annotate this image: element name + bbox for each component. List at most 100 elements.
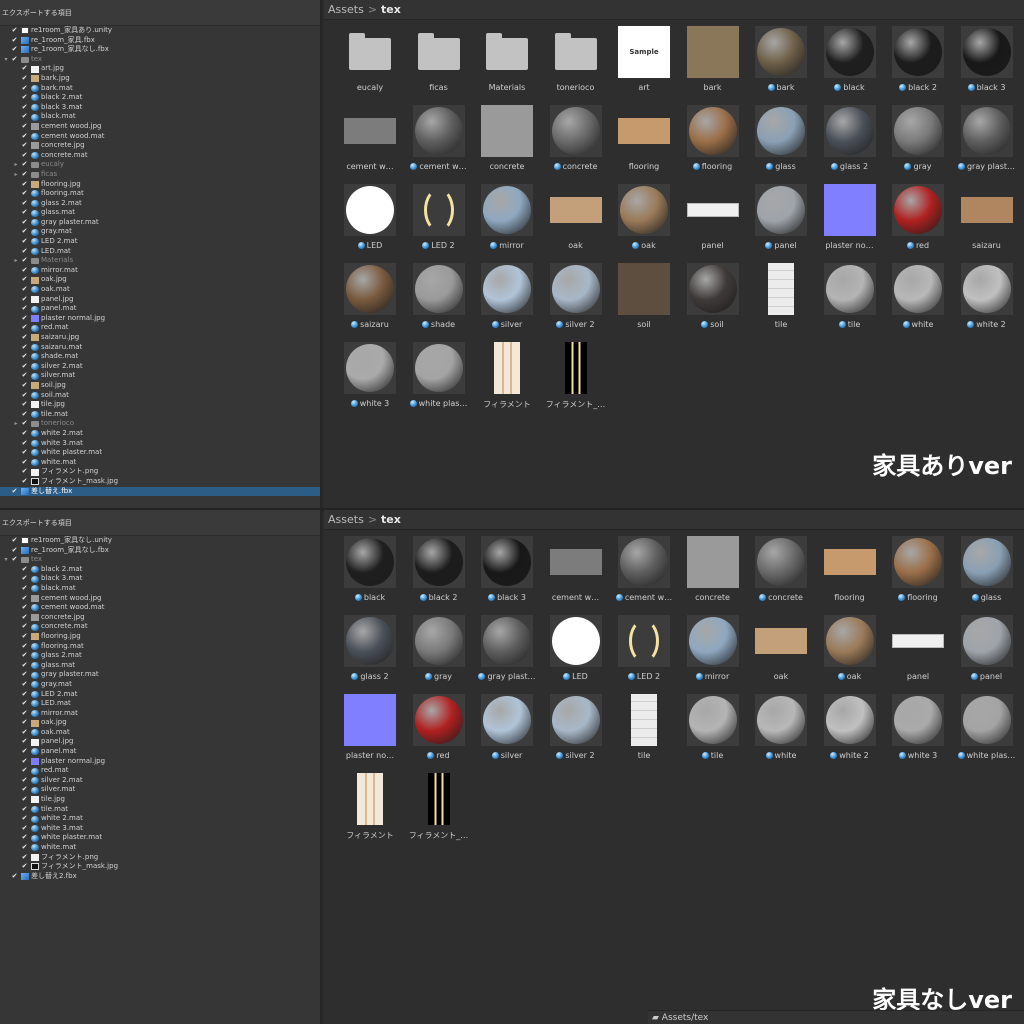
checkbox[interactable]: ✔ xyxy=(10,487,19,497)
tree-row[interactable]: ✔ white 2.mat xyxy=(0,814,320,824)
asset-tile[interactable]: gray plast… xyxy=(473,615,541,695)
asset-tile[interactable]: flooring xyxy=(816,536,884,616)
checkbox[interactable]: ✔ xyxy=(20,295,29,305)
asset-tile[interactable]: concrete xyxy=(747,536,815,616)
checkbox[interactable]: ✔ xyxy=(20,458,29,468)
tree-row[interactable]: ✔ cement wood.mat xyxy=(0,603,320,613)
tree-row[interactable]: ✔ panel.jpg xyxy=(0,295,320,305)
asset-tile[interactable]: flooring xyxy=(610,105,678,185)
tree-row[interactable]: ✔ panel.mat xyxy=(0,747,320,757)
checkbox[interactable]: ✔ xyxy=(20,737,29,747)
checkbox[interactable]: ✔ xyxy=(20,362,29,372)
asset-tile[interactable]: concrete xyxy=(679,536,747,616)
tree-row[interactable]: ✔ re_1room_家具.fbx xyxy=(0,36,320,46)
tree-row[interactable]: ✔ gray.mat xyxy=(0,227,320,237)
checkbox[interactable]: ✔ xyxy=(20,122,29,132)
checkbox[interactable]: ✔ xyxy=(10,555,19,565)
tree-row[interactable]: ✔ oak.jpg xyxy=(0,275,320,285)
asset-tile[interactable]: white 3 xyxy=(336,342,404,422)
checkbox[interactable]: ✔ xyxy=(20,180,29,190)
tree-row[interactable]: ▸ ✔ tonerioco xyxy=(0,419,320,429)
tree-row[interactable]: ✔ flooring.mat xyxy=(0,642,320,652)
asset-tile[interactable]: concrete xyxy=(473,105,541,185)
fold-arrow-icon[interactable]: ▾ xyxy=(2,555,10,565)
tree-row[interactable]: ✔ tile.jpg xyxy=(0,795,320,805)
asset-tile[interactable]: silver 2 xyxy=(542,263,610,343)
asset-tile[interactable]: flooring xyxy=(884,536,952,616)
asset-tile[interactable]: tile xyxy=(679,694,747,774)
checkbox[interactable]: ✔ xyxy=(20,151,29,161)
checkbox[interactable]: ✔ xyxy=(10,36,19,46)
asset-tile[interactable]: concrete xyxy=(542,105,610,185)
checkbox[interactable]: ✔ xyxy=(20,757,29,767)
tree-row[interactable]: ✔ mirror.mat xyxy=(0,266,320,276)
fold-arrow-icon[interactable]: ▸ xyxy=(12,170,20,180)
tree-row[interactable]: ✔ flooring.mat xyxy=(0,189,320,199)
tree-row[interactable]: ✔ gray plaster.mat xyxy=(0,670,320,680)
tree-row[interactable]: ✔ black.mat xyxy=(0,584,320,594)
asset-tile[interactable]: LED 2 xyxy=(610,615,678,695)
checkbox[interactable]: ✔ xyxy=(20,477,29,487)
tree-row[interactable]: ✔ white 3.mat xyxy=(0,824,320,834)
tree-row[interactable]: ✔ saizaru.mat xyxy=(0,343,320,353)
checkbox[interactable]: ✔ xyxy=(20,651,29,661)
tree-row[interactable]: ✔ black 2.mat xyxy=(0,93,320,103)
checkbox[interactable]: ✔ xyxy=(20,795,29,805)
checkbox[interactable]: ✔ xyxy=(20,718,29,728)
asset-tile[interactable]: shade xyxy=(405,263,473,343)
tree-row[interactable]: ✔ white plaster.mat xyxy=(0,448,320,458)
checkbox[interactable]: ✔ xyxy=(20,709,29,719)
checkbox[interactable]: ✔ xyxy=(20,103,29,113)
tree-row[interactable]: ✔ gray plaster.mat xyxy=(0,218,320,228)
asset-tile[interactable]: bark xyxy=(747,26,815,106)
tree-row[interactable]: ✔ soil.jpg xyxy=(0,381,320,391)
tree-row[interactable]: ✔ LED.mat xyxy=(0,699,320,709)
tree-row[interactable]: ▸ ✔ eucaly xyxy=(0,160,320,170)
checkbox[interactable]: ✔ xyxy=(20,132,29,142)
checkbox[interactable]: ✔ xyxy=(20,728,29,738)
checkbox[interactable]: ✔ xyxy=(20,766,29,776)
asset-tile[interactable]: LED xyxy=(542,615,610,695)
asset-tile[interactable]: フィラメント_… xyxy=(542,342,610,422)
asset-tile[interactable]: saizaru xyxy=(953,184,1021,264)
asset-tile[interactable]: cement w… xyxy=(405,105,473,185)
asset-tile[interactable]: oak xyxy=(542,184,610,264)
breadcrumb-current[interactable]: tex xyxy=(381,513,401,526)
tree-row[interactable]: ✔ black.mat xyxy=(0,112,320,122)
checkbox[interactable]: ✔ xyxy=(20,410,29,420)
asset-tile[interactable]: black 2 xyxy=(884,26,952,106)
checkbox[interactable]: ✔ xyxy=(20,853,29,863)
asset-tile[interactable]: plaster no… xyxy=(336,694,404,774)
checkbox[interactable]: ✔ xyxy=(20,285,29,295)
tree-row[interactable]: ✔ LED 2.mat xyxy=(0,237,320,247)
asset-tile[interactable]: panel xyxy=(747,184,815,264)
asset-tile[interactable]: LED xyxy=(336,184,404,264)
tree-row[interactable]: ✔ LED 2.mat xyxy=(0,690,320,700)
tree-row[interactable]: ✔ tile.mat xyxy=(0,805,320,815)
asset-tile[interactable]: eucaly xyxy=(336,26,404,106)
checkbox[interactable]: ✔ xyxy=(20,112,29,122)
checkbox[interactable]: ✔ xyxy=(20,699,29,709)
asset-tile[interactable]: mirror xyxy=(473,184,541,264)
checkbox[interactable]: ✔ xyxy=(10,536,19,546)
checkbox[interactable]: ✔ xyxy=(10,26,19,36)
checkbox[interactable]: ✔ xyxy=(20,189,29,199)
asset-tile[interactable]: red xyxy=(405,694,473,774)
checkbox[interactable]: ✔ xyxy=(20,208,29,218)
tree-row[interactable]: ✔ concrete.jpg xyxy=(0,141,320,151)
asset-tile[interactable]: white 2 xyxy=(953,263,1021,343)
checkbox[interactable]: ✔ xyxy=(20,343,29,353)
tree-row[interactable]: ✔ concrete.jpg xyxy=(0,613,320,623)
checkbox[interactable]: ✔ xyxy=(20,247,29,257)
tree-row[interactable]: ▾ ✔ tex xyxy=(0,55,320,65)
checkbox[interactable]: ✔ xyxy=(20,371,29,381)
asset-tile[interactable]: red xyxy=(884,184,952,264)
tree-row[interactable]: ✔ tile.jpg xyxy=(0,400,320,410)
asset-tile[interactable]: Sample art xyxy=(610,26,678,106)
checkbox[interactable]: ✔ xyxy=(20,613,29,623)
tree-row[interactable]: ✔ silver.mat xyxy=(0,371,320,381)
tree-row[interactable]: ✔ LED.mat xyxy=(0,247,320,257)
tree-row[interactable]: ▸ ✔ Materials xyxy=(0,256,320,266)
asset-tile[interactable]: glass xyxy=(747,105,815,185)
asset-tile[interactable]: Materials xyxy=(473,26,541,106)
